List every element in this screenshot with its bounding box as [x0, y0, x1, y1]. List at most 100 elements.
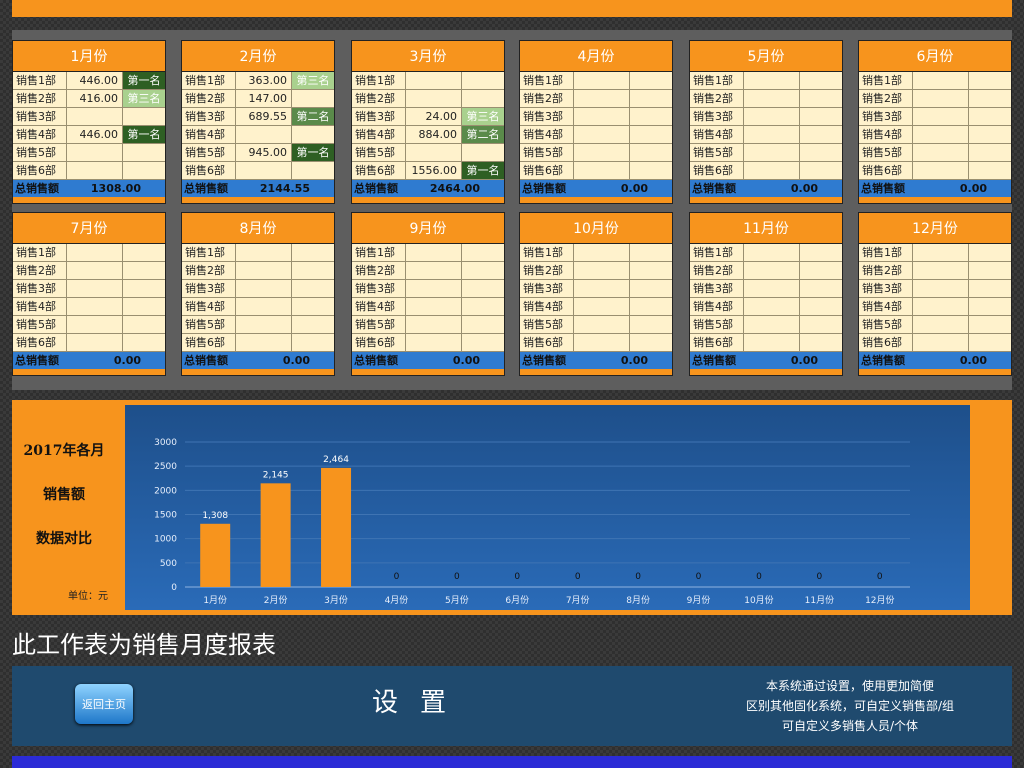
dept-sales-cell[interactable] [574, 262, 630, 279]
dept-sales-cell[interactable] [913, 298, 969, 315]
dept-sales-cell[interactable] [913, 316, 969, 333]
dept-sales-cell[interactable] [574, 280, 630, 297]
sheet-caption: 此工作表为销售月度报表 [12, 631, 276, 659]
dept-sales-cell[interactable]: 147.00 [236, 90, 292, 107]
dept-sales-cell[interactable] [744, 162, 800, 179]
dept-row: 销售5部 [13, 144, 165, 162]
month-card: 5月份 销售1部 销售2部 销售3部 销售4部 销售5部 销售6部 总销售额 0.00 [689, 40, 843, 204]
dept-sales-cell[interactable]: 446.00 [67, 126, 123, 143]
dept-sales-cell[interactable] [67, 280, 123, 297]
dept-sales-cell[interactable] [913, 144, 969, 161]
dept-label: 销售5部 [182, 316, 236, 333]
dept-row: 销售5部 945.00 第一名 [182, 144, 334, 162]
dept-sales-cell[interactable] [67, 108, 123, 125]
dept-sales-cell[interactable] [236, 298, 292, 315]
rank-badge [123, 334, 165, 351]
dept-sales-cell[interactable]: 24.00 [406, 108, 462, 125]
dept-sales-cell[interactable] [574, 334, 630, 351]
chart-side-line2: 销售额 [43, 487, 85, 503]
dept-sales-cell[interactable] [406, 316, 462, 333]
rank-badge [292, 90, 334, 107]
dept-sales-cell[interactable] [744, 316, 800, 333]
dept-sales-cell[interactable] [574, 144, 630, 161]
dept-sales-cell[interactable] [913, 334, 969, 351]
dept-sales-cell[interactable] [67, 244, 123, 261]
dept-sales-cell[interactable] [236, 316, 292, 333]
rank-badge [969, 162, 1011, 179]
dept-sales-cell[interactable] [236, 280, 292, 297]
x-tick-label: 2月份 [264, 594, 288, 606]
rank-badge [969, 126, 1011, 143]
dept-sales-cell[interactable] [574, 90, 630, 107]
dept-sales-cell[interactable] [574, 126, 630, 143]
dept-sales-cell[interactable] [744, 244, 800, 261]
dept-sales-cell[interactable] [67, 262, 123, 279]
dept-sales-cell[interactable] [913, 90, 969, 107]
rank-badge [462, 262, 504, 279]
dept-sales-cell[interactable] [236, 162, 292, 179]
dept-sales-cell[interactable] [67, 144, 123, 161]
dept-sales-cell[interactable] [744, 280, 800, 297]
dept-sales-cell[interactable] [236, 244, 292, 261]
dept-sales-cell[interactable] [913, 72, 969, 89]
dept-sales-cell[interactable] [744, 262, 800, 279]
dept-sales-cell[interactable] [744, 298, 800, 315]
dept-row: 销售1部 [859, 72, 1011, 90]
dept-sales-cell[interactable] [67, 316, 123, 333]
dept-sales-cell[interactable]: 689.55 [236, 108, 292, 125]
dept-sales-cell[interactable] [236, 126, 292, 143]
dept-sales-cell[interactable] [574, 162, 630, 179]
dept-sales-cell[interactable] [744, 144, 800, 161]
dept-sales-cell[interactable] [574, 298, 630, 315]
dept-sales-cell[interactable] [913, 162, 969, 179]
dept-sales-cell[interactable]: 945.00 [236, 144, 292, 161]
dept-sales-cell[interactable] [574, 244, 630, 261]
dept-sales-cell[interactable] [913, 280, 969, 297]
dept-sales-cell[interactable] [744, 334, 800, 351]
dept-sales-cell[interactable] [744, 126, 800, 143]
dept-sales-cell[interactable] [406, 90, 462, 107]
home-button[interactable]: 返回主页 [75, 684, 133, 724]
dept-sales-cell[interactable] [744, 108, 800, 125]
rank-badge [292, 244, 334, 261]
dept-label: 销售3部 [520, 108, 574, 125]
rank-badge [123, 144, 165, 161]
dept-sales-cell[interactable] [406, 262, 462, 279]
dept-sales-cell[interactable]: 446.00 [67, 72, 123, 89]
dept-sales-cell[interactable] [913, 244, 969, 261]
dept-sales-cell[interactable] [236, 262, 292, 279]
settings-title[interactable]: 设置 [330, 682, 510, 719]
dept-sales-cell[interactable] [406, 72, 462, 89]
dept-sales-cell[interactable]: 1556.00 [406, 162, 462, 179]
dept-sales-cell[interactable]: 363.00 [236, 72, 292, 89]
dept-sales-cell[interactable] [744, 72, 800, 89]
dept-sales-cell[interactable] [236, 334, 292, 351]
dept-row: 销售4部 [520, 298, 672, 316]
dept-sales-cell[interactable] [406, 244, 462, 261]
dept-sales-cell[interactable] [574, 72, 630, 89]
dept-sales-cell[interactable] [913, 126, 969, 143]
dept-label: 销售2部 [859, 262, 913, 279]
dept-sales-cell[interactable] [913, 262, 969, 279]
dept-sales-cell[interactable] [574, 108, 630, 125]
card-footer [352, 369, 504, 375]
dept-sales-cell[interactable] [67, 334, 123, 351]
dept-row: 销售2部 [182, 262, 334, 280]
dept-sales-cell[interactable] [406, 298, 462, 315]
rank-badge [630, 162, 672, 179]
dept-sales-cell[interactable] [913, 108, 969, 125]
dept-sales-cell[interactable] [406, 280, 462, 297]
dept-row: 销售2部 [352, 90, 504, 108]
dept-sales-cell[interactable] [406, 144, 462, 161]
total-label: 总销售额 [15, 182, 59, 195]
dept-sales-cell[interactable] [67, 298, 123, 315]
rank-badge [292, 334, 334, 351]
dept-sales-cell[interactable] [406, 334, 462, 351]
dept-sales-cell[interactable] [67, 162, 123, 179]
dept-sales-cell[interactable] [744, 90, 800, 107]
dept-sales-cell[interactable] [574, 316, 630, 333]
dept-sales-cell[interactable]: 416.00 [67, 90, 123, 107]
rank-badge [969, 144, 1011, 161]
dept-label: 销售2部 [690, 262, 744, 279]
dept-sales-cell[interactable]: 884.00 [406, 126, 462, 143]
